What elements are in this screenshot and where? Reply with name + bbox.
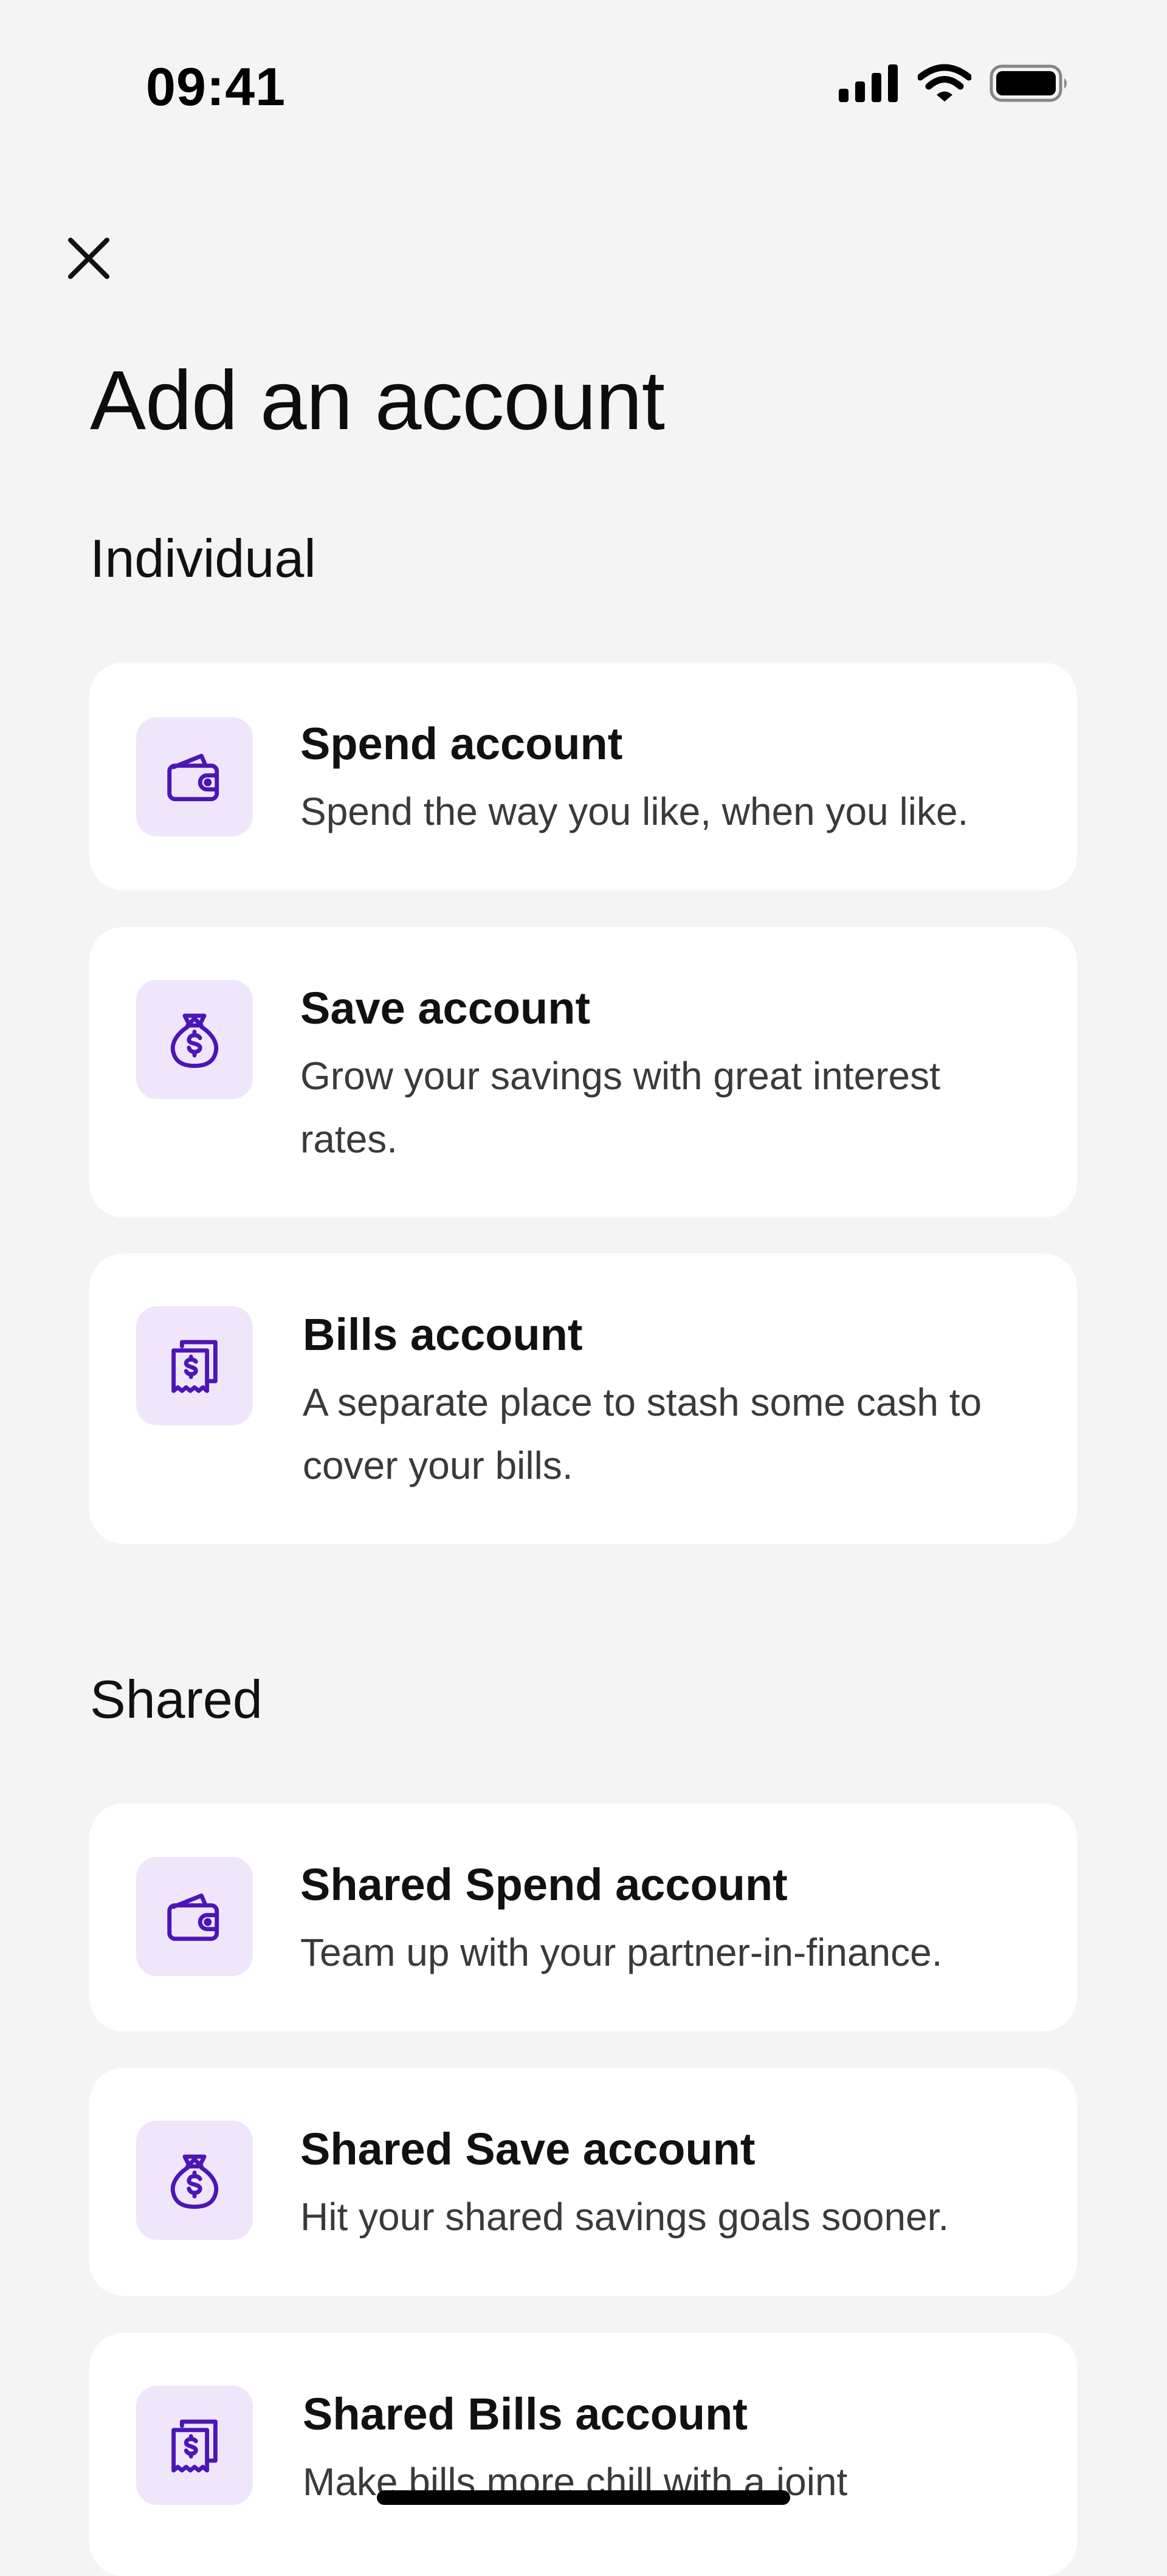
money-bag-icon xyxy=(170,2154,219,2209)
shared-spend-account-icon-tile xyxy=(136,1857,253,1976)
shared-bills-account-icon-tile xyxy=(136,2386,253,2505)
card-description: Team up with your partner-in-finance. xyxy=(300,1930,943,1974)
save-account-text: Save account Grow your savings with grea… xyxy=(300,982,1022,1171)
wallet-icon xyxy=(167,754,219,802)
card-title: Shared Save account xyxy=(300,2124,756,2174)
section-label-shared: Shared xyxy=(90,1669,263,1729)
page-title: Add an account xyxy=(90,354,665,447)
spend-account-text: Spend account Spend the way you like, wh… xyxy=(300,717,1022,843)
status-time: 09:41 xyxy=(146,57,286,117)
shared-spend-account-card[interactable]: Shared Spend account Team up with your p… xyxy=(89,1803,1077,2031)
card-title: Shared Bills account xyxy=(303,2389,748,2439)
money-bag-icon xyxy=(170,1013,219,1068)
card-title: Save account xyxy=(300,983,591,1033)
shared-spend-account-text: Shared Spend account Team up with your p… xyxy=(300,1858,1022,1984)
receipt-icon xyxy=(171,2419,218,2473)
card-description: Hit your shared savings goals sooner. xyxy=(300,2194,949,2239)
shared-save-account-icon-tile xyxy=(136,2121,253,2240)
wifi-icon xyxy=(918,64,971,102)
shared-bills-account-card[interactable]: Shared Bills account Make bills more chi… xyxy=(89,2333,1077,2576)
card-description: Grow your savings with great interest ra… xyxy=(300,1053,940,1161)
shared-save-account-card[interactable]: Shared Save account Hit your shared savi… xyxy=(89,2068,1077,2296)
close-icon xyxy=(68,238,109,279)
section-label-individual: Individual xyxy=(90,528,316,588)
card-title: Spend account xyxy=(300,718,623,769)
spend-account-card[interactable]: Spend account Spend the way you like, wh… xyxy=(89,663,1077,890)
bills-account-card[interactable]: Bills account A separate place to stash … xyxy=(89,1253,1077,1544)
card-title: Shared Spend account xyxy=(300,1859,788,1910)
save-account-icon-tile xyxy=(136,980,253,1099)
save-account-card[interactable]: Save account Grow your savings with grea… xyxy=(89,927,1077,1217)
bills-account-text: Bills account A separate place to stash … xyxy=(303,1308,1022,1497)
home-indicator[interactable] xyxy=(377,2490,790,2505)
receipt-icon xyxy=(171,1340,218,1393)
close-button[interactable] xyxy=(58,228,119,289)
card-description: A separate place to stash some cash to c… xyxy=(303,1380,982,1487)
status-icons xyxy=(839,64,1070,103)
cellular-signal-icon xyxy=(839,64,898,102)
spend-account-icon-tile xyxy=(136,717,253,836)
card-description: Spend the way you like, when you like. xyxy=(300,789,969,833)
shared-save-account-text: Shared Save account Hit your shared savi… xyxy=(300,2123,1022,2248)
bills-account-icon-tile xyxy=(136,1306,253,1425)
battery-icon xyxy=(990,64,1067,102)
wallet-icon xyxy=(167,1893,219,1941)
card-title: Bills account xyxy=(303,1309,583,1360)
status-bar: 09:41 xyxy=(0,0,1167,170)
